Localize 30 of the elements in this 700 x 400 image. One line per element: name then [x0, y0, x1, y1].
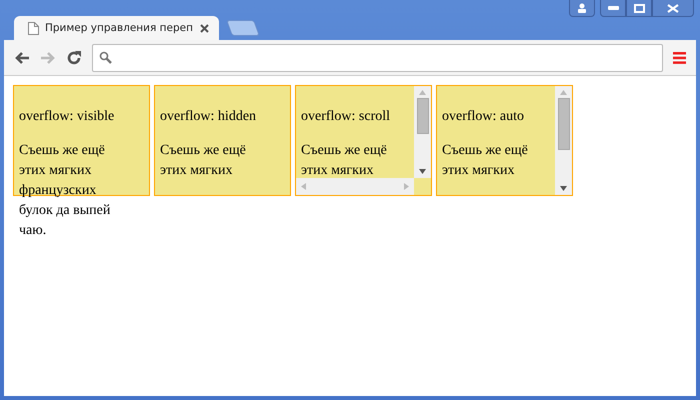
minimize-button[interactable]: [600, 0, 626, 17]
tab-title: Пример управления переп: [45, 22, 194, 34]
menu-icon[interactable]: [673, 52, 686, 64]
page-icon: [28, 22, 39, 34]
profile-button[interactable]: [569, 0, 595, 17]
vertical-scrollbar[interactable]: [414, 86, 431, 178]
box-text: Съешь же ещё этих мягких: [160, 142, 247, 180]
reload-icon[interactable]: [66, 50, 82, 66]
close-icon[interactable]: [200, 24, 209, 32]
person-icon: [577, 3, 587, 13]
box-text: Съешь же ещё этих мягких: [442, 142, 529, 180]
down-arrow-icon[interactable]: [560, 186, 567, 191]
search-icon: [99, 51, 112, 64]
maximize-button[interactable]: [626, 0, 652, 17]
close-button[interactable]: [652, 0, 694, 17]
box-text: Съешь же ещё этих мягких: [301, 142, 388, 180]
box-heading: overflow: hidden: [160, 108, 258, 126]
box-heading: overflow: auto: [442, 108, 526, 126]
box-heading: overflow: visible: [19, 108, 116, 126]
close-icon: [667, 4, 679, 12]
vertical-scrollbar[interactable]: [555, 86, 572, 195]
box-text: Съешь же ещё этих мягких французских булок да выпей чаю.: [19, 142, 112, 240]
back-icon[interactable]: [14, 50, 30, 64]
minimize-icon: [608, 6, 618, 10]
down-arrow-icon[interactable]: [419, 169, 426, 174]
box-heading: overflow: scroll: [301, 108, 392, 126]
address-field[interactable]: [92, 44, 663, 72]
maximize-icon: [634, 4, 644, 12]
browser-tab[interactable]: Пример управления переп: [14, 16, 219, 40]
new-tab-button[interactable]: [226, 20, 260, 36]
